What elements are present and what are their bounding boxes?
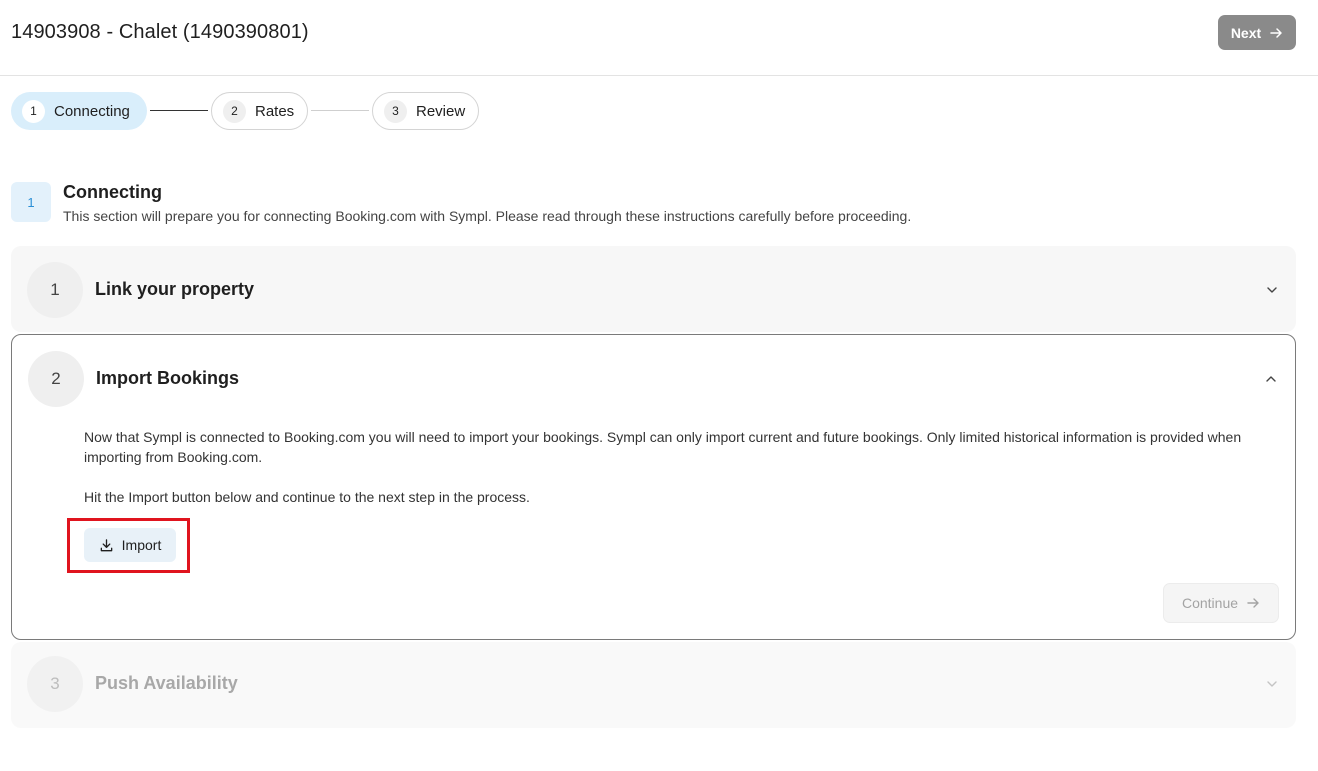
section-title: Connecting bbox=[63, 182, 162, 202]
chevron-down-icon[interactable] bbox=[1264, 282, 1280, 298]
continue-button[interactable]: Continue bbox=[1163, 583, 1279, 623]
next-button[interactable]: Next bbox=[1218, 15, 1296, 50]
chevron-down-icon[interactable] bbox=[1264, 676, 1280, 692]
page-title: 14903908 - Chalet (1490390801) bbox=[11, 21, 309, 43]
accordion-number: 2 bbox=[28, 351, 84, 407]
step-connector bbox=[150, 110, 208, 111]
import-instructions: Now that Sympl is connected to Booking.c… bbox=[84, 429, 1242, 465]
step-label: Connecting bbox=[54, 102, 130, 120]
step-connecting[interactable]: 1 Connecting bbox=[11, 92, 147, 130]
accordion-link-property[interactable]: 1 Link your property bbox=[11, 246, 1296, 332]
step-rates[interactable]: 2 Rates bbox=[211, 92, 308, 130]
accordion-number: 3 bbox=[27, 656, 83, 712]
step-label: Rates bbox=[255, 102, 295, 120]
chevron-up-icon[interactable] bbox=[1263, 371, 1279, 387]
arrow-right-icon bbox=[1247, 598, 1259, 608]
download-icon bbox=[100, 538, 112, 551]
import-button[interactable]: Import bbox=[84, 528, 176, 562]
step-number: 3 bbox=[384, 99, 407, 123]
accordion-number: 1 bbox=[27, 262, 83, 318]
step-number: 1 bbox=[22, 99, 45, 123]
accordion-title: Push Availability bbox=[95, 673, 238, 693]
page-header: 14903908 - Chalet (1490390801) Next bbox=[0, 0, 1318, 76]
import-hint: Hit the Import button below and continue… bbox=[84, 489, 530, 505]
next-button-label: Next bbox=[1230, 24, 1262, 41]
accordion-push-availability[interactable]: 3 Push Availability bbox=[11, 642, 1296, 728]
arrow-right-icon bbox=[1270, 27, 1282, 38]
accordion-title[interactable]: Import Bookings bbox=[96, 368, 239, 389]
section-description: This section will prepare you for connec… bbox=[63, 208, 912, 224]
step-number: 2 bbox=[223, 99, 246, 123]
continue-button-label: Continue bbox=[1181, 595, 1239, 611]
section-number-badge: 1 bbox=[11, 182, 51, 222]
accordion-import-bookings: 2 Import Bookings Now that Sympl is conn… bbox=[11, 334, 1296, 640]
step-label: Review bbox=[416, 102, 466, 120]
accordion-title: Link your property bbox=[95, 279, 255, 299]
step-review[interactable]: 3 Review bbox=[372, 92, 479, 130]
import-button-label: Import bbox=[121, 537, 162, 553]
step-connector bbox=[311, 110, 369, 111]
